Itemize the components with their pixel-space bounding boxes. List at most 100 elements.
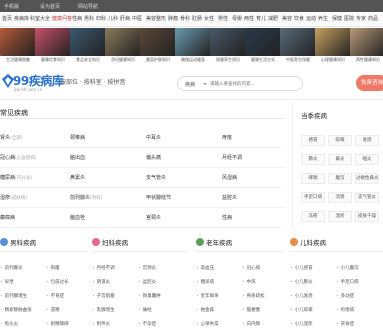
section-disease-link[interactable]: 阴道炎	[92, 279, 111, 285]
thumbnail-card[interactable]: 保健养生知识	[210, 28, 246, 66]
nav-item[interactable]: 儿科	[108, 15, 118, 22]
section-disease-link[interactable]: 龟头炎	[0, 321, 19, 327]
nav-item[interactable]: 美容	[282, 15, 292, 22]
common-disease-link[interactable]: 前列腺炎(男科)	[70, 194, 103, 201]
thumbnail-card[interactable]: 健康饮食知识	[35, 28, 71, 66]
common-disease-link[interactable]: 颈椎病	[70, 134, 85, 141]
section-disease-link[interactable]: 宫颈炎	[138, 265, 157, 271]
nav-item[interactable]: 运动	[306, 15, 316, 22]
thumbnail-card[interactable]: 心理健康知识	[315, 28, 351, 66]
section-disease-link[interactable]: 心律失常	[196, 321, 219, 327]
section-disease-link[interactable]: 乳腺增生	[92, 307, 115, 313]
common-disease-link[interactable]: 盆腔炎	[222, 194, 237, 201]
nav-item[interactable]: 饮食	[294, 15, 304, 22]
section-disease-link[interactable]: 老年痴呆	[196, 293, 219, 299]
common-disease-link[interactable]: 中耳炎	[146, 134, 161, 141]
common-disease-link[interactable]: 肾炎(全部)	[0, 134, 23, 141]
section-disease-link[interactable]: 卵巢囊肿	[138, 293, 161, 299]
section-disease-link[interactable]: 痛经	[138, 307, 152, 313]
seasonal-disease-tag[interactable]: 鼻炎	[328, 154, 352, 165]
common-disease-link[interactable]: 脑出血	[70, 154, 85, 161]
section-disease-link[interactable]: 小儿发烧	[290, 293, 313, 299]
section-disease-link[interactable]: 帕金森	[196, 307, 215, 313]
thumbnail-card[interactable]: 食品安全知识	[70, 28, 106, 66]
section-disease-link[interactable]: 糖尿病	[196, 279, 215, 285]
seasonal-disease-tag[interactable]: 腹泻	[328, 173, 352, 184]
common-disease-link[interactable]: 偏头痛	[146, 154, 161, 161]
section-disease-link[interactable]: 多动症	[336, 293, 355, 299]
nav-item[interactable]: 医院	[344, 15, 354, 22]
section-disease-link[interactable]: 小儿肺炎	[290, 279, 313, 285]
nav-item[interactable]: 母婴	[232, 15, 242, 22]
seasonal-disease-tag[interactable]: 支气管炎	[355, 192, 379, 203]
common-disease-link[interactable]: 糖尿病(内分泌)	[0, 174, 32, 181]
common-disease-link[interactable]: 性病	[222, 214, 232, 221]
thumbnail-card[interactable]: 健康生活方式	[245, 28, 281, 66]
section-disease-link[interactable]: 冠心病	[242, 265, 261, 271]
header-slogan[interactable]: 按部位 · 按科室 · 按拼音	[60, 77, 125, 86]
nav-item[interactable]: 两性	[244, 15, 254, 22]
section-disease-link[interactable]: 前列腺增生	[0, 293, 28, 299]
section-disease-link[interactable]: 厌食症	[336, 321, 355, 327]
top-link[interactable]: 网站导航	[78, 3, 98, 10]
thumbnail-card[interactable]: 孕妇健康知识	[105, 28, 141, 66]
seasonal-disease-tag[interactable]: 感冒	[301, 135, 325, 146]
nav-item[interactable]: 育儿	[256, 15, 266, 22]
common-disease-link[interactable]: 癫痫病	[0, 214, 15, 221]
nav-item[interactable]: 健康问答	[52, 15, 72, 22]
common-disease-link[interactable]: 甲状腺结节	[146, 194, 171, 201]
section-disease-link[interactable]: 子宫肌瘤	[92, 293, 115, 299]
seasonal-disease-tag[interactable]: 咽炎	[355, 154, 379, 165]
nav-item[interactable]: 男性	[218, 15, 228, 22]
nav-item[interactable]: 性病	[72, 15, 82, 22]
section-header[interactable]: 妇科疾病	[92, 237, 128, 251]
section-disease-link[interactable]: 小儿腹泻	[336, 265, 359, 271]
seasonal-disease-tag[interactable]: 皮肤干燥	[355, 211, 379, 222]
search-category-select[interactable]: 疾病	[185, 81, 195, 88]
section-disease-link[interactable]: 脑梗塞	[242, 307, 261, 313]
section-disease-link[interactable]: 白内障	[242, 321, 261, 327]
common-disease-link[interactable]: 脑血栓	[70, 214, 85, 221]
consult-button[interactable]: 免费咨询	[356, 75, 383, 91]
section-disease-link[interactable]: 月经不调	[92, 265, 115, 271]
common-disease-link[interactable]: 支气管炎	[146, 174, 166, 181]
nav-item[interactable]: 专家	[356, 15, 366, 22]
common-disease-link[interactable]: 风湿病	[222, 174, 237, 181]
section-disease-link[interactable]: 射精障碍	[46, 321, 69, 327]
nav-item[interactable]: 减肥	[268, 15, 278, 22]
nav-item[interactable]: 男科	[84, 15, 94, 22]
section-disease-link[interactable]: 附件炎	[92, 321, 111, 327]
seasonal-disease-tag[interactable]: 发烧	[355, 135, 379, 146]
thumbnail-card[interactable]: 瑜伽运动健身	[175, 28, 211, 66]
section-disease-link[interactable]: 小儿咳嗽	[290, 307, 313, 313]
seasonal-disease-tag[interactable]: 流感	[328, 192, 352, 203]
nav-item[interactable]: 科室大全	[30, 15, 50, 22]
nav-item[interactable]: 养生	[318, 15, 328, 22]
section-header[interactable]: 男科疾病	[0, 237, 36, 251]
top-link[interactable]: 手机版	[4, 3, 19, 10]
nav-item[interactable]: 药品	[368, 15, 378, 22]
nav-item[interactable]: 疾病库	[14, 15, 29, 22]
section-disease-link[interactable]: 小儿湿疹	[290, 321, 313, 327]
common-disease-link[interactable]: 鼻窦炎	[70, 174, 85, 181]
top-link[interactable]: 设为首页	[40, 3, 60, 10]
section-header[interactable]: 儿科疾病	[290, 237, 326, 251]
section-disease-link[interactable]: 手足口病	[336, 279, 359, 285]
nav-item[interactable]: 肿瘤	[168, 15, 178, 22]
seasonal-disease-tag[interactable]: 肺炎	[301, 154, 325, 165]
thumbnail-card[interactable]: 两性健康知识	[350, 28, 383, 66]
section-disease-link[interactable]: 阳痿	[46, 265, 60, 271]
section-disease-link[interactable]: 不孕症	[138, 321, 157, 327]
section-disease-link[interactable]: 前列腺炎	[0, 265, 23, 271]
section-disease-link[interactable]: 中风	[242, 279, 256, 285]
thumbnail-card[interactable]: 生活健康图集	[0, 28, 36, 66]
seasonal-disease-tag[interactable]: 咳嗽	[328, 135, 352, 146]
section-disease-link[interactable]: 精索静脉曲张	[0, 307, 32, 313]
nav-item[interactable]: 骨科	[180, 15, 190, 22]
section-header[interactable]: 老年疾病	[196, 237, 232, 251]
seasonal-disease-tag[interactable]: 过敏性鼻炎	[355, 173, 379, 184]
search-input[interactable]	[210, 79, 300, 89]
section-disease-link[interactable]: 遗精	[46, 307, 60, 313]
section-disease-link[interactable]: 高血压	[196, 265, 215, 271]
thumbnail-card[interactable]: 中医养生保健	[280, 28, 316, 66]
